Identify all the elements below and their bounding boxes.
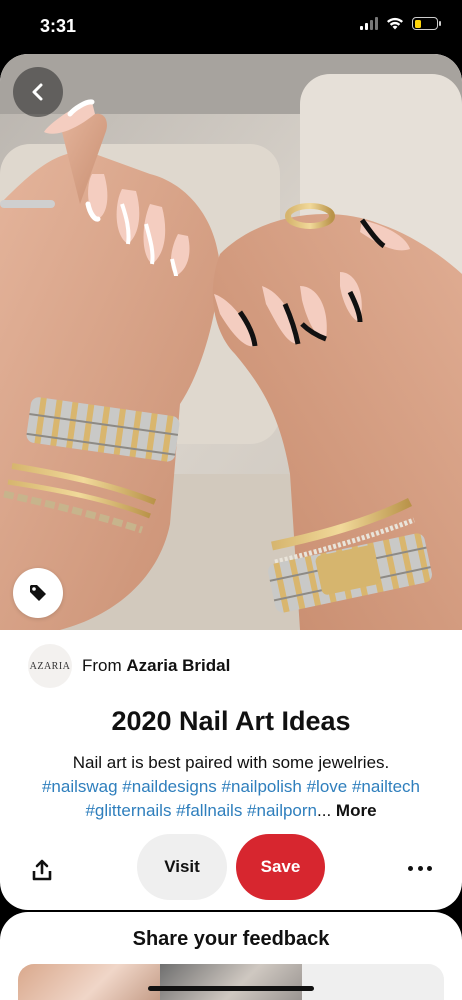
status-time: 3:31 [40,16,77,36]
back-chevron-icon [32,83,43,101]
feedback-thumb[interactable] [160,964,302,1000]
feedback-title: Share your feedback [132,928,330,950]
source-prefix: From [82,656,122,675]
status-bar: 3:31 [0,0,462,54]
more-dots-icon[interactable] [404,856,436,880]
pin-title: 2020 Nail Art Ideas [111,706,351,736]
signal-icon [360,17,378,30]
pin-source[interactable]: AZARIA From Azaria Bridal [28,644,230,688]
visit-button[interactable]: Visit [137,834,227,900]
hashtags-line-2[interactable]: #glitternails #fallnails #nailporn [85,801,317,820]
pin-card: AZARIA From Azaria Bridal 2020 Nail Art … [0,54,462,910]
save-button[interactable]: Save [236,834,325,900]
description-ellipsis: ... [317,801,332,820]
source-name[interactable]: Azaria Bridal [126,656,230,675]
hashtags-line-1[interactable]: #nailswag #naildesigns #nailpolish #love… [42,777,420,796]
tag-icon [30,585,46,601]
home-indicator [148,986,314,991]
action-bar: Visit Save [0,834,462,900]
share-icon [32,859,52,881]
more-link[interactable]: More [336,801,377,820]
feedback-thumbnails[interactable] [18,964,444,1000]
wifi-icon [387,17,403,30]
shop-tag-button[interactable] [13,568,63,618]
source-avatar[interactable]: AZARIA [28,644,72,688]
battery-icon [412,17,441,30]
feedback-thumb[interactable] [302,964,444,1000]
description-text: Nail art is best paired with some jewelr… [72,753,390,772]
share-button[interactable] [24,854,60,886]
pin-image[interactable] [0,54,462,630]
source-text[interactable]: From Azaria Bridal [82,656,230,676]
status-icons [360,17,441,30]
nail-art-photo [0,54,462,630]
feedback-thumb[interactable] [18,964,160,1000]
pin-description: Nail art is best paired with some jewelr… [24,751,438,823]
back-button[interactable] [13,67,63,117]
